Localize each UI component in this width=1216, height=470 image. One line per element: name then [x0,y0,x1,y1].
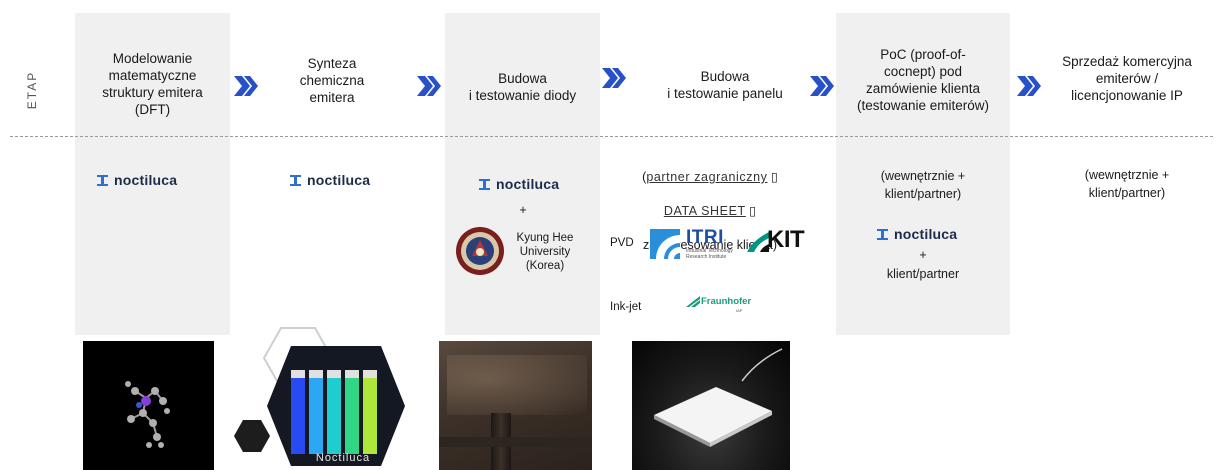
oled-panel-photo [632,341,790,470]
inkjet-label: Ink-jet [610,301,642,313]
stage-title-1: Modelowanie matematyczne struktury emite… [102,51,203,117]
noctiluca-mark-icon [97,174,108,186]
stage-title-5: PoC (proof-of- cocnept) pod zamówienie k… [856,47,990,113]
molecule-icon [125,381,170,448]
itri-name: ITRI [686,227,724,248]
kyung-hee-label: Kyung Hee University (Korea) [516,232,574,272]
noctiluca-logo: noctiluca [478,176,559,192]
poc-partner: klient/partner [886,267,960,281]
stage-title-2: Synteza chemiczna emitera [299,55,365,105]
noctiluca-logo: noctiluca [96,172,177,188]
datasheet-link[interactable]: DATA SHEET [664,204,746,218]
noctiluca-logo: noctiluca [876,226,957,242]
vials-illustration [234,327,405,466]
stage-divider [10,136,1213,137]
kit-mark-icon [747,232,769,252]
chevron-right-icon [234,76,258,96]
stage-title-6: Sprzedaż komercyjna emiterów / licencjon… [1062,53,1192,103]
molecule-image [83,341,214,470]
vials-image: Noctiluca [233,318,408,470]
pvd-label: PVD [610,237,634,249]
stage-title-4: Budowa i testowanie panelu [667,69,783,101]
partner-link[interactable]: partner zagraniczny [646,170,767,184]
institute-logo-icon [650,229,680,259]
oled-panel-illustration [654,348,783,447]
fraunhofer-mark-icon [686,296,700,307]
chevron-right-icon [1017,76,1041,96]
kyung-hee-seal-icon [456,227,504,275]
chevron-right-icon [810,76,834,96]
noctiluca-mark-icon [290,174,301,186]
chevron-right-icon [417,76,441,96]
itri-logo: ITRI Industrial Technology Research Inst… [686,227,746,261]
fraunhofer-subtitle: IAP [736,308,743,313]
itri-subtitle: Industrial Technology Research Institute [686,248,733,260]
chevron-right-icon [602,68,626,88]
noctiluca-mark-icon [877,228,888,240]
photo-bar [439,437,592,447]
diode-photo [439,341,592,470]
poc-note: (wewnętrznie + klient/partner) [880,169,966,201]
noctiluca-mark-icon [479,178,490,190]
etap-label: ETAP [25,70,40,110]
noctiluca-logo: noctiluca [289,172,370,188]
stage-title-3: Budowa i testowanie diody [468,71,577,103]
plus-sign: + [519,203,527,217]
photo-highlight [447,355,587,415]
kit-logo: KIT [745,228,805,258]
vials-logo-text: Noctiluca [315,452,371,464]
kit-name: KIT [767,226,805,253]
fraunhofer-name: Fraunhofer [701,296,752,307]
plus-sign: + [919,248,927,262]
sales-note: (wewnętrznie + klient/partner) [1084,168,1170,200]
